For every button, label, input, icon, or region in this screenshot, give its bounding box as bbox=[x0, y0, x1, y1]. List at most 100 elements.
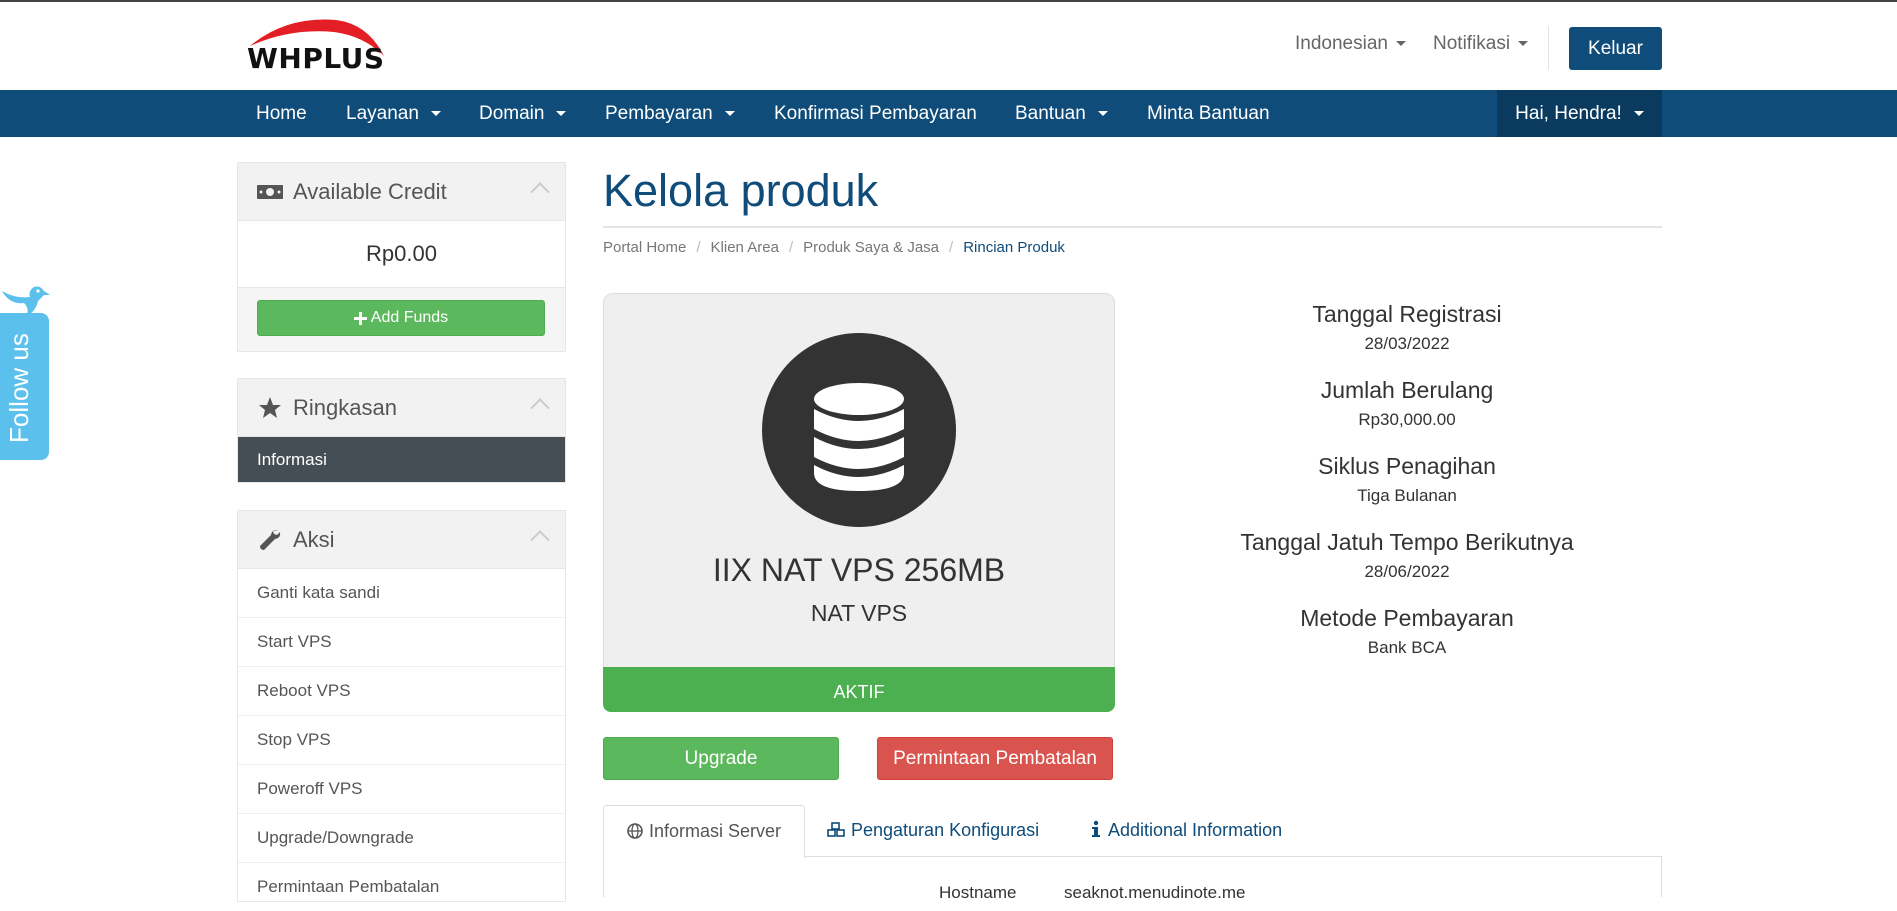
notifications-menu[interactable]: Notifikasi bbox=[1433, 33, 1529, 55]
tab-additional-information-label: Additional Information bbox=[1108, 820, 1283, 840]
nav-pembayaran-label: Pembayaran bbox=[605, 103, 713, 124]
next-due-date-label: Tanggal Jatuh Tempo Berikutnya bbox=[1240, 529, 1574, 555]
product-name: IIX NAT VPS 256MB bbox=[712, 552, 1006, 588]
info-icon bbox=[1092, 820, 1100, 837]
credit-panel-footer: Add Funds bbox=[238, 287, 565, 351]
breadcrumb-klien-area[interactable]: Klien Area bbox=[711, 239, 779, 256]
sidebar-item-informasi[interactable]: Informasi bbox=[238, 437, 565, 482]
twitter-bird-icon bbox=[2, 286, 50, 317]
sidebar-item-start-vps[interactable]: Start VPS bbox=[238, 617, 565, 666]
caret-down-icon bbox=[556, 111, 567, 117]
star-icon bbox=[259, 397, 281, 418]
cubes-icon bbox=[827, 822, 845, 837]
logo[interactable]: WHPLUS bbox=[246, 16, 386, 75]
language-label: Indonesian bbox=[1295, 33, 1388, 54]
nav-pembayaran[interactable]: Pembayaran bbox=[605, 90, 735, 137]
sidebar-item-stop-vps[interactable]: Stop VPS bbox=[238, 715, 565, 764]
product-icon-circle bbox=[762, 333, 956, 527]
credit-panel: Available Credit Rp0.00 Add Funds bbox=[237, 162, 566, 352]
nav-home[interactable]: Home bbox=[256, 90, 307, 137]
billing-cycle-value: Tiga Bulanan bbox=[1357, 486, 1457, 505]
credit-panel-header[interactable]: Available Credit bbox=[238, 163, 565, 221]
upgrade-button[interactable]: Upgrade bbox=[603, 737, 839, 780]
nav-layanan[interactable]: Layanan bbox=[346, 90, 441, 137]
status-badge: AKTIF bbox=[603, 667, 1115, 712]
recurring-amount-value: Rp30,000.00 bbox=[1358, 410, 1456, 429]
credit-amount: Rp0.00 bbox=[366, 241, 437, 266]
caret-down-icon bbox=[430, 111, 441, 117]
credit-panel-title: Available Credit bbox=[293, 179, 447, 204]
page-title: Kelola produk bbox=[603, 165, 879, 216]
language-menu[interactable]: Indonesian bbox=[1295, 33, 1406, 55]
header: WHPLUS Indonesian Notifikasi Keluar bbox=[0, 2, 1897, 90]
sidebar-item-upgrade-downgrade[interactable]: Upgrade/Downgrade bbox=[238, 813, 565, 862]
sidebar-item-change-password[interactable]: Ganti kata sandi bbox=[238, 569, 565, 617]
breadcrumb-separator: / bbox=[788, 239, 794, 256]
add-funds-label: Add Funds bbox=[370, 309, 449, 326]
globe-icon bbox=[627, 823, 643, 839]
database-icon bbox=[814, 383, 904, 491]
breadcrumb-separator: / bbox=[696, 239, 701, 256]
recurring-amount-label: Jumlah Berulang bbox=[1320, 377, 1494, 403]
hostname-value: seaknot.menudinote.me bbox=[1064, 883, 1246, 902]
actions-list: Ganti kata sandi Start VPS Reboot VPS St… bbox=[238, 569, 565, 911]
chevron-up-icon[interactable] bbox=[530, 530, 550, 550]
logo-text: WHPLUS bbox=[247, 42, 385, 75]
actions-panel: Aksi Ganti kata sandi Start VPS Reboot V… bbox=[237, 510, 566, 902]
header-divider bbox=[1548, 26, 1549, 70]
request-cancellation-button[interactable]: Permintaan Pembatalan bbox=[877, 737, 1113, 780]
follow-us-label: Follow us bbox=[4, 333, 34, 443]
money-icon bbox=[257, 185, 283, 199]
hostname-label: Hostname bbox=[939, 883, 1017, 902]
payment-method-value: Bank BCA bbox=[1367, 638, 1447, 657]
user-greeting: Hai, Hendra! bbox=[1515, 103, 1622, 124]
breadcrumb-portal-home[interactable]: Portal Home bbox=[603, 239, 686, 256]
caret-down-icon bbox=[1395, 41, 1406, 47]
product-info: Tanggal Registrasi 28/03/2022 Jumlah Ber… bbox=[1163, 298, 1651, 678]
caret-down-icon bbox=[1518, 41, 1529, 47]
nav-layanan-label: Layanan bbox=[346, 103, 419, 124]
sidebar-item-poweroff-vps[interactable]: Poweroff VPS bbox=[238, 764, 565, 813]
nav-home-label: Home bbox=[256, 103, 307, 124]
chevron-up-icon[interactable] bbox=[530, 182, 550, 202]
product-group: NAT VPS bbox=[810, 600, 908, 626]
tab-informasi-server[interactable]: Informasi Server bbox=[603, 805, 805, 859]
product-card: IIX NAT VPS 256MB NAT VPS bbox=[603, 293, 1115, 676]
summary-panel: Ringkasan Informasi bbox=[237, 378, 566, 483]
breadcrumb-current: Rincian Produk bbox=[963, 239, 1065, 256]
tab-informasi-server-label: Informasi Server bbox=[648, 821, 782, 841]
nav-minta-bantuan[interactable]: Minta Bantuan bbox=[1147, 90, 1270, 137]
actions-panel-header[interactable]: Aksi bbox=[238, 511, 565, 569]
summary-panel-title: Ringkasan bbox=[293, 395, 397, 420]
logout-button[interactable]: Keluar bbox=[1569, 27, 1662, 70]
tab-additional-information[interactable]: Additional Information bbox=[1090, 805, 1282, 856]
wrench-icon bbox=[260, 529, 281, 550]
breadcrumb-produk-saya[interactable]: Produk Saya & Jasa bbox=[803, 239, 939, 256]
next-due-date-value: 28/06/2022 bbox=[1364, 562, 1450, 581]
nav-minta-bantuan-label: Minta Bantuan bbox=[1147, 103, 1270, 124]
nav-bantuan-label: Bantuan bbox=[1015, 103, 1086, 124]
add-funds-button[interactable]: Add Funds bbox=[257, 300, 545, 336]
tab-pengaturan-konfigurasi[interactable]: Pengaturan Konfigurasi bbox=[827, 805, 1039, 856]
nav-konfirmasi-pembayaran[interactable]: Konfirmasi Pembayaran bbox=[774, 90, 977, 137]
nav-domain[interactable]: Domain bbox=[479, 90, 567, 137]
registration-date-label: Tanggal Registrasi bbox=[1312, 301, 1502, 327]
breadcrumb: Portal Home / Klien Area / Produk Saya & Jas… bbox=[603, 239, 1065, 256]
billing-cycle-label: Siklus Penagihan bbox=[1318, 453, 1496, 479]
sidebar-item-reboot-vps[interactable]: Reboot VPS bbox=[238, 666, 565, 715]
nav-bantuan[interactable]: Bantuan bbox=[1015, 90, 1108, 137]
caret-down-icon bbox=[1633, 111, 1644, 117]
sidebar-item-request-cancellation[interactable]: Permintaan Pembatalan bbox=[238, 862, 565, 911]
registration-date-value: 28/03/2022 bbox=[1364, 334, 1450, 353]
nav-konfirmasi-label: Konfirmasi Pembayaran bbox=[774, 103, 977, 124]
main-nav: Home Layanan Domain Pembayaran Konfirmas… bbox=[0, 90, 1897, 137]
user-menu[interactable]: Hai, Hendra! bbox=[1497, 90, 1662, 137]
plus-icon bbox=[353, 311, 367, 325]
follow-us-tab[interactable]: Follow us bbox=[0, 313, 49, 460]
summary-panel-header[interactable]: Ringkasan bbox=[238, 379, 565, 437]
tab-pengaturan-konfigurasi-label: Pengaturan Konfigurasi bbox=[851, 820, 1040, 840]
actions-panel-title: Aksi bbox=[293, 527, 335, 552]
breadcrumb-separator: / bbox=[949, 239, 954, 256]
chevron-up-icon[interactable] bbox=[530, 398, 550, 418]
nav-domain-label: Domain bbox=[479, 103, 545, 124]
